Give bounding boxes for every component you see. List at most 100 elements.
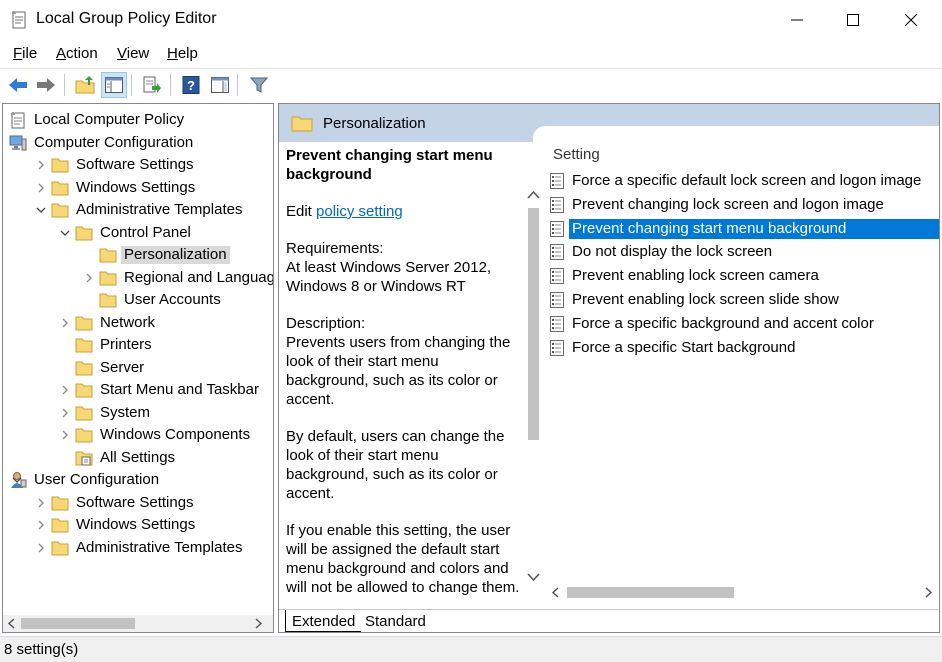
folder-icon bbox=[51, 516, 69, 534]
setting-row[interactable]: Force a specific Start background bbox=[547, 337, 939, 359]
list-horizontal-scrollbar[interactable] bbox=[547, 584, 939, 601]
extended-description: Prevent changing start menu background E… bbox=[279, 142, 549, 607]
tree-item-label: Software Settings bbox=[76, 493, 194, 511]
tree-item[interactable]: Regional and Language bbox=[81, 267, 273, 289]
setting-row[interactable]: Do not display the lock screen bbox=[547, 241, 939, 263]
tree-item[interactable]: Windows Settings bbox=[33, 514, 271, 536]
tree-item[interactable]: User Configuration bbox=[9, 469, 271, 491]
forward-button[interactable] bbox=[33, 72, 59, 98]
tree-item-label: Windows Components bbox=[100, 426, 251, 443]
description-block: Description: Prevents users from changing… bbox=[286, 315, 511, 408]
tab-extended[interactable]: Extended bbox=[285, 610, 362, 632]
setting-row[interactable]: Force a specific background and accent c… bbox=[547, 313, 939, 335]
toolbar-separator bbox=[170, 74, 171, 96]
chevron-down-icon[interactable] bbox=[527, 572, 540, 582]
edit-policy-setting-link[interactable]: policy setting bbox=[316, 203, 403, 220]
chevron-right-icon[interactable] bbox=[33, 537, 49, 559]
description-paragraph: If you enable this setting, the user wil… bbox=[286, 522, 520, 596]
toolbar-separator bbox=[131, 74, 132, 96]
tree-item[interactable]: Software Settings bbox=[33, 154, 271, 176]
chevron-up-icon[interactable] bbox=[527, 190, 540, 200]
show-hide-action-pane-button[interactable] bbox=[207, 72, 233, 98]
chevron-right-icon[interactable] bbox=[33, 154, 49, 176]
tree-item-label: User Configuration bbox=[34, 471, 160, 488]
tree-item[interactable]: User Accounts bbox=[81, 289, 271, 311]
export-list-button[interactable] bbox=[139, 72, 165, 98]
setting-row-label: Prevent enabling lock screen camera bbox=[572, 267, 819, 285]
setting-row[interactable]: Prevent changing lock screen and logon i… bbox=[547, 194, 939, 216]
chevron-left-icon[interactable] bbox=[7, 618, 15, 629]
help-button[interactable]: ? bbox=[178, 72, 204, 98]
policy-editor-icon bbox=[10, 10, 28, 30]
folder-icon bbox=[75, 314, 93, 332]
tree-horizontal-scrollbar[interactable] bbox=[3, 615, 273, 632]
tree-item-label: System bbox=[100, 403, 151, 421]
description-scrollbar[interactable] bbox=[525, 186, 542, 610]
back-arrow-icon bbox=[9, 78, 27, 92]
tree-item[interactable]: Windows Components bbox=[57, 424, 271, 446]
chevron-right-icon[interactable] bbox=[925, 587, 933, 598]
chevron-right-icon[interactable] bbox=[33, 177, 49, 199]
minimize-icon bbox=[791, 19, 803, 21]
chevron-left-icon[interactable] bbox=[551, 587, 559, 598]
show-hide-console-tree-button[interactable] bbox=[101, 72, 127, 98]
chevron-right-icon[interactable] bbox=[33, 514, 49, 536]
tree-item[interactable]: Software Settings bbox=[33, 492, 271, 514]
setting-row-label: Prevent changing lock screen and logon i… bbox=[572, 195, 884, 213]
tree-item[interactable]: Personalization bbox=[81, 244, 271, 266]
tab-standard[interactable]: Standard bbox=[359, 610, 432, 632]
chevron-down-icon[interactable] bbox=[57, 222, 73, 244]
menu-help[interactable]: Help bbox=[167, 45, 198, 62]
chevron-right-icon[interactable] bbox=[57, 379, 73, 401]
setting-row-label: Force a specific background and accent c… bbox=[572, 314, 874, 332]
tree-item-label: Administrative Templates bbox=[76, 538, 243, 556]
scrollbar-thumb[interactable] bbox=[567, 587, 734, 598]
chevron-right-icon[interactable] bbox=[81, 267, 97, 289]
menu-view[interactable]: View bbox=[117, 45, 149, 62]
setting-row[interactable]: Force a specific default lock screen and… bbox=[547, 170, 939, 192]
chevron-right-icon[interactable] bbox=[255, 618, 263, 629]
tree-item[interactable]: Administrative Templates bbox=[33, 199, 271, 221]
tree-item[interactable]: Computer Configuration bbox=[9, 132, 271, 154]
minimize-button[interactable] bbox=[768, 0, 826, 40]
tree-item[interactable]: Network bbox=[57, 312, 271, 334]
tree-item[interactable]: Administrative Templates bbox=[33, 537, 271, 559]
chevron-right-icon[interactable] bbox=[33, 492, 49, 514]
folder-icon bbox=[75, 381, 93, 399]
setting-row[interactable]: Prevent enabling lock screen camera bbox=[547, 265, 939, 287]
chevron-right-icon[interactable] bbox=[57, 402, 73, 424]
folder-icon bbox=[75, 426, 93, 444]
tree-item[interactable]: All Settings bbox=[57, 447, 271, 469]
menu-file[interactable]: File bbox=[13, 45, 37, 62]
tree-item[interactable]: Start Menu and Taskbar bbox=[57, 379, 271, 401]
chevron-down-icon[interactable] bbox=[33, 199, 49, 221]
scrollbar-thumb[interactable] bbox=[528, 208, 539, 440]
chevron-right-icon[interactable] bbox=[57, 312, 73, 334]
scrollbar-thumb[interactable] bbox=[21, 618, 135, 629]
tree-item[interactable]: Server bbox=[57, 357, 271, 379]
policy-setting-icon bbox=[549, 291, 565, 309]
setting-column-header[interactable]: Setting bbox=[553, 146, 600, 163]
up-one-level-button[interactable] bbox=[72, 72, 98, 98]
close-button[interactable] bbox=[882, 0, 940, 40]
console-tree[interactable]: Local Computer Policy Computer Configurat… bbox=[2, 103, 274, 633]
maximize-button[interactable] bbox=[824, 0, 882, 40]
filter-options-button[interactable] bbox=[246, 72, 272, 98]
setting-row-label: Force a specific Start background bbox=[572, 338, 796, 356]
menu-action[interactable]: Action bbox=[56, 45, 98, 62]
tree-item[interactable]: Printers bbox=[57, 334, 271, 356]
edit-line: Edit policy setting bbox=[286, 203, 403, 220]
details-pane: Personalization Setting Force a specific… bbox=[278, 103, 940, 633]
back-button[interactable] bbox=[5, 72, 31, 98]
policy-setting-icon bbox=[549, 196, 565, 214]
computer-icon bbox=[9, 134, 27, 152]
tree-item[interactable]: System bbox=[57, 402, 271, 424]
setting-row[interactable]: Prevent changing start menu background bbox=[547, 218, 939, 240]
tree-item[interactable]: Windows Settings bbox=[33, 177, 271, 199]
setting-row[interactable]: Prevent enabling lock screen slide show bbox=[547, 289, 939, 311]
tree-item[interactable]: Local Computer Policy bbox=[9, 109, 271, 131]
folder-icon bbox=[51, 539, 69, 557]
tree-item[interactable]: Control Panel bbox=[57, 222, 271, 244]
help-book-icon: ? bbox=[182, 76, 200, 94]
chevron-right-icon[interactable] bbox=[57, 424, 73, 446]
